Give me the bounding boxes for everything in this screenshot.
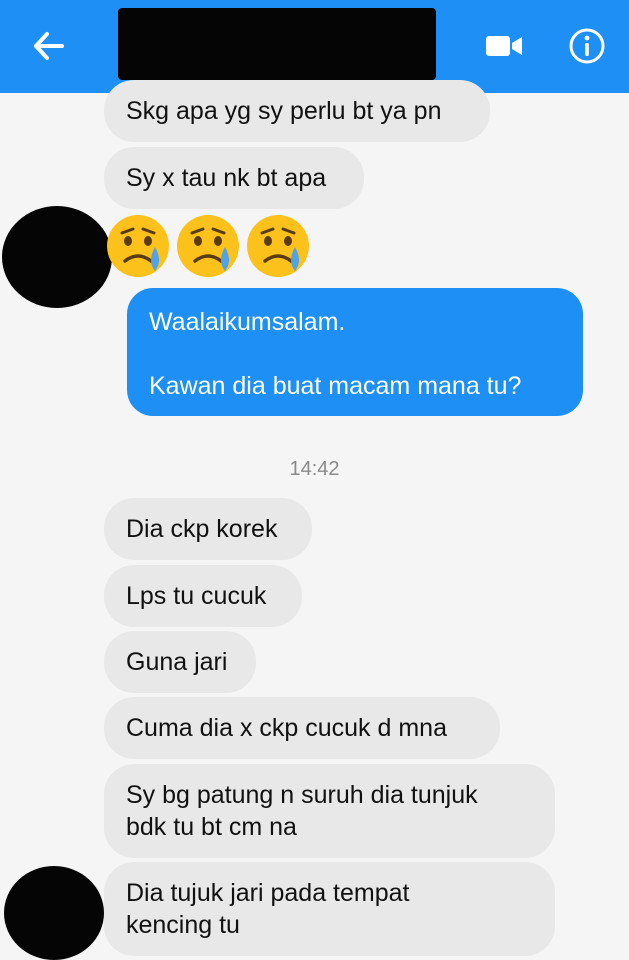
video-camera-icon[interactable] bbox=[484, 30, 524, 62]
message-bubble-incoming[interactable]: Cuma dia x ckp cucuk d mna bbox=[104, 697, 500, 759]
message-text: kencing tu bbox=[126, 911, 240, 939]
message-bubble-incoming[interactable]: Sy x tau nk bt apa bbox=[104, 147, 364, 209]
sad-tear-face-icon[interactable] bbox=[175, 213, 241, 279]
message-bubble-incoming[interactable]: Dia tujuk jari pada tempat kencing tu bbox=[104, 862, 555, 956]
message-bubble-incoming[interactable]: Guna jari bbox=[104, 631, 256, 693]
back-arrow-icon[interactable] bbox=[28, 28, 68, 64]
message-text: Sy bg patung n suruh dia tunjuk bbox=[126, 781, 478, 809]
sad-tear-face-icon[interactable] bbox=[245, 213, 311, 279]
message-bubble-incoming[interactable]: Sy bg patung n suruh dia tunjuk bdk tu b… bbox=[104, 764, 555, 858]
sad-tear-face-icon[interactable] bbox=[105, 213, 171, 279]
message-text: Dia ckp korek bbox=[126, 515, 278, 543]
redacted-contact-name bbox=[118, 8, 436, 80]
timestamp: 14:42 bbox=[289, 458, 340, 480]
message-text: Sy x tau nk bt apa bbox=[126, 164, 327, 192]
message-text: Kawan dia buat macam mana tu? bbox=[149, 372, 522, 400]
message-text: Dia tujuk jari pada tempat bbox=[126, 879, 410, 907]
message-text: Waalaikumsalam. bbox=[149, 308, 346, 336]
message-text: Skg apa yg sy perlu bt ya pn bbox=[126, 97, 442, 125]
message-bubble-outgoing[interactable]: Waalaikumsalam. Kawan dia buat macam man… bbox=[127, 288, 583, 416]
message-bubble-incoming[interactable]: Skg apa yg sy perlu bt ya pn bbox=[104, 80, 490, 142]
avatar[interactable] bbox=[2, 206, 112, 308]
message-bubble-incoming[interactable]: Dia ckp korek bbox=[104, 498, 312, 560]
message-text bbox=[149, 338, 561, 370]
message-bubble-incoming[interactable]: Lps tu cucuk bbox=[104, 565, 302, 627]
message-text: Lps tu cucuk bbox=[126, 582, 267, 610]
message-text: Guna jari bbox=[126, 648, 228, 676]
avatar[interactable] bbox=[4, 866, 104, 960]
message-text: Cuma dia x ckp cucuk d mna bbox=[126, 714, 447, 742]
info-icon[interactable] bbox=[568, 27, 606, 65]
message-text: bdk tu bt cm na bbox=[126, 813, 297, 841]
